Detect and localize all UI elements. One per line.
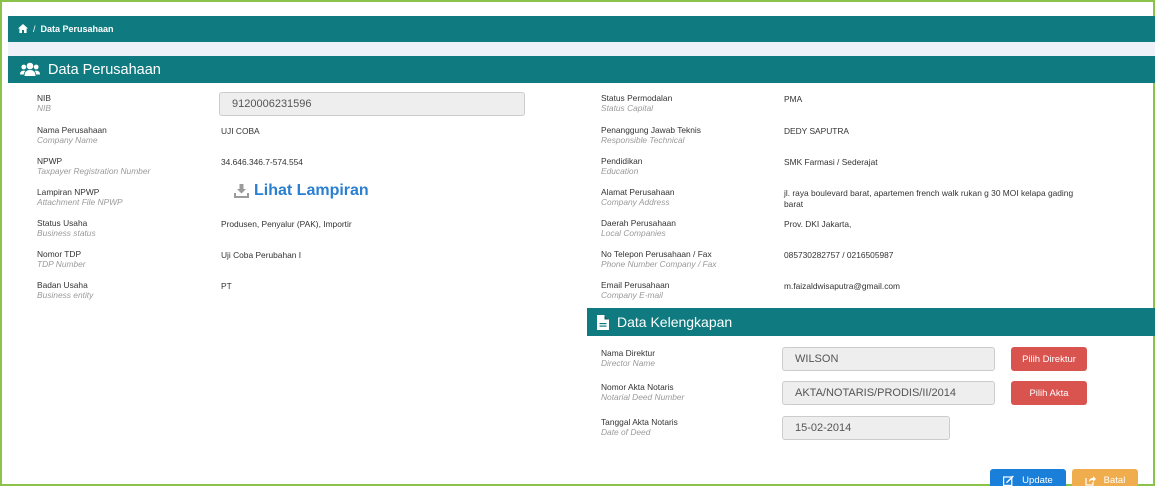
header-strip: [8, 42, 1155, 56]
nib-field[interactable]: 9120006231596: [219, 92, 525, 116]
label-company-email: Email Perusahaan Company E-mail: [601, 280, 670, 300]
label-lampiran-npwp: Lampiran NPWP Attachment File NPWP: [37, 187, 123, 207]
label-phone-fax: No Telepon Perusahaan / Fax Phone Number …: [601, 249, 717, 269]
business-status-value: Produsen, Penyalur (PAK), Importir: [221, 219, 352, 229]
label-director-name: Nama Direktur Director Name: [601, 348, 655, 368]
batal-label: Batal: [1103, 474, 1126, 486]
responsible-technical-value: DEDY SAPUTRA: [784, 126, 850, 136]
home-icon[interactable]: [18, 23, 28, 35]
lihat-lampiran-link[interactable]: Lihat Lampiran: [234, 182, 369, 200]
label-nib: NIB NIB: [37, 93, 51, 113]
batal-button[interactable]: Batal: [1072, 469, 1138, 486]
label-notarial-deed-number: Nomor Akta Notaris Notarial Deed Number: [601, 382, 685, 402]
panel-title: Data Perusahaan: [48, 61, 161, 78]
date-of-deed-field[interactable]: 15-02-2014: [782, 416, 950, 440]
tdp-number-value: Uji Coba Perubahan I: [221, 250, 302, 260]
update-button[interactable]: Update: [990, 469, 1066, 486]
company-email-value: m.faizaldwisaputra@gmail.com: [784, 281, 901, 291]
panel-heading: Data Perusahaan: [8, 56, 1155, 83]
label-education: Pendidikan Education: [601, 156, 643, 176]
breadcrumb-separator: /: [33, 24, 36, 34]
label-npwp: NPWP Taxpayer Registration Number: [37, 156, 151, 176]
pilih-direktur-button[interactable]: Pilih Direktur: [1011, 347, 1087, 371]
label-status-capital: Status Permodalan Status Capital: [601, 93, 673, 113]
kelengkapan-heading: Data Kelengkapan: [587, 308, 1155, 336]
npwp-value: 34.646.346.7-574.554: [221, 157, 303, 167]
local-companies-value: Prov. DKI Jakarta,: [784, 219, 852, 229]
education-value: SMK Farmasi / Sederajat: [784, 157, 878, 167]
breadcrumb-current: Data Perusahaan: [40, 24, 114, 34]
breadcrumb: / Data Perusahaan: [8, 16, 1155, 42]
label-business-status: Status Usaha Business status: [37, 218, 96, 238]
status-capital-value: PMA: [784, 94, 803, 104]
pilih-akta-button[interactable]: Pilih Akta: [1011, 381, 1087, 405]
label-company-address: Alamat Perusahaan Company Address: [601, 187, 675, 207]
company-address-value: jl. raya boulevard barat, apartemen fren…: [784, 188, 1074, 209]
file-icon: [597, 314, 609, 330]
director-name-field[interactable]: WILSON: [782, 347, 995, 371]
users-icon: [20, 62, 40, 78]
label-tdp-number: Nomor TDP TDP Number: [37, 249, 86, 269]
share-icon: [1085, 475, 1096, 486]
lihat-lampiran-label: Lihat Lampiran: [254, 182, 369, 199]
label-date-of-deed: Tanggal Akta Notaris Date of Deed: [601, 417, 678, 437]
label-local-companies: Daerah Perusahaan Local Companies: [601, 218, 676, 238]
phone-fax-value: 085730282757 / 0216505987: [784, 250, 894, 260]
download-icon: [234, 184, 249, 198]
kelengkapan-title: Data Kelengkapan: [617, 314, 733, 330]
label-responsible-technical: Penanggung Jawab Teknis Responsible Techn…: [601, 125, 701, 145]
edit-icon: [1003, 475, 1014, 486]
update-label: Update: [1022, 474, 1053, 486]
notarial-deed-number-field[interactable]: AKTA/NOTARIS/PRODIS/II/2014: [782, 381, 995, 405]
label-company-name: Nama Perusahaan Company Name: [37, 125, 107, 145]
business-entity-value: PT: [221, 281, 232, 291]
company-name-value: UJI COBA: [221, 126, 260, 136]
label-business-entity: Badan Usaha Business entity: [37, 280, 94, 300]
